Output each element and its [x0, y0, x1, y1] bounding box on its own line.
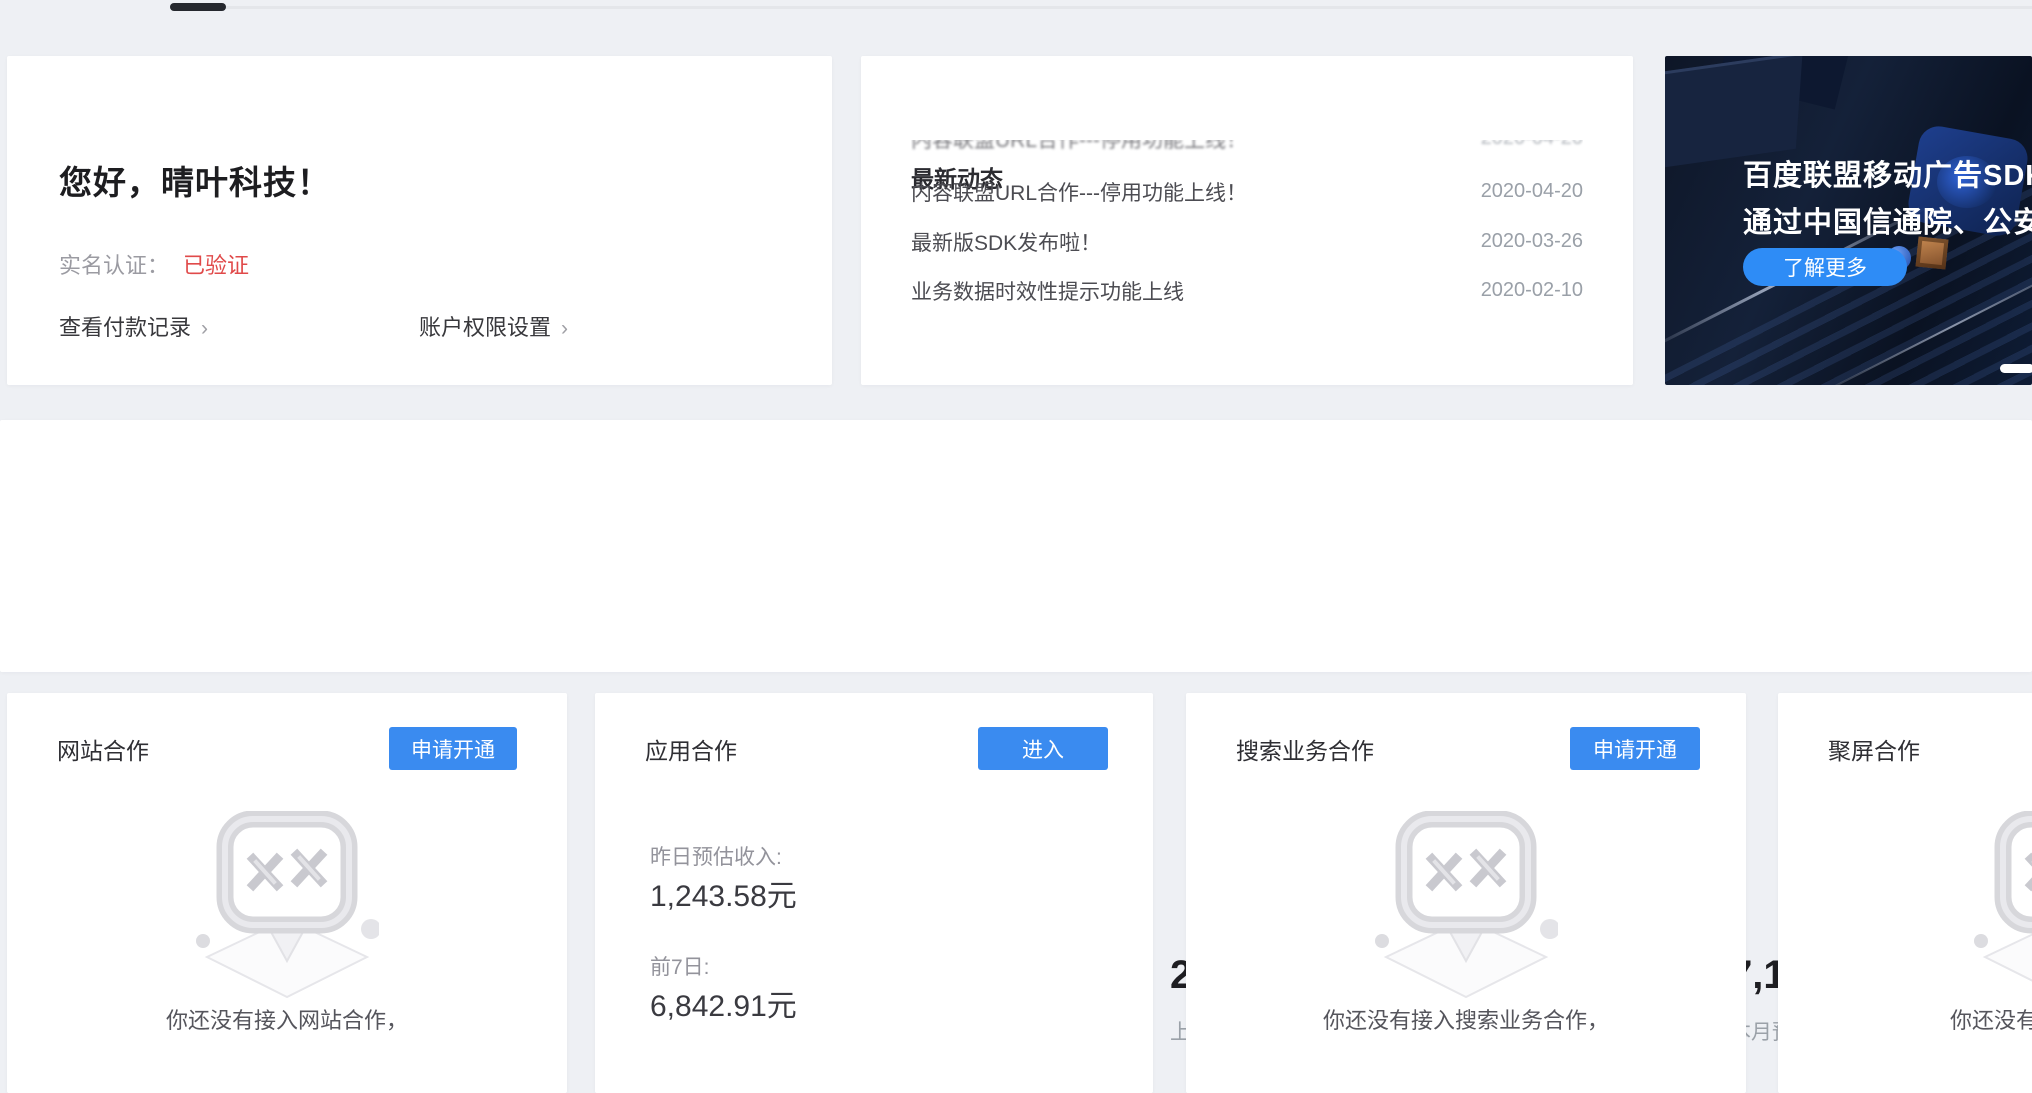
total-stats-card: 合作总数据 1,243.58 ? 昨日预估收入（元） 6,842.91 前七日预…: [0, 420, 2032, 672]
revenue-row-value: 6,842.91元: [650, 981, 797, 1025]
greeting-card: 您好，晴叶科技！ 实名认证： 已验证 查看付款记录› 账户权限设置›: [7, 56, 832, 385]
chevron-right-icon: ›: [561, 317, 568, 340]
app-coop-card: 应用合作 进入 昨日预估收入: 1,243.58元 前7日: 6,842.91元: [595, 693, 1153, 1093]
horizontal-scrollbar-thumb[interactable]: [170, 3, 226, 11]
verification-status-badge: 已验证: [183, 253, 249, 278]
empty-state-tv-icon: [1973, 811, 2032, 1007]
coop-card-title: 应用合作: [645, 732, 737, 766]
empty-state-tv-icon: [195, 811, 379, 1007]
banner-carousel-indicator[interactable]: [2000, 364, 2032, 373]
empty-state-text: 你还没有接入搜索业务合作，: [1186, 1003, 1746, 1035]
realname-verification-row: 实名认证： 已验证: [59, 248, 249, 280]
chevron-right-icon: ›: [201, 317, 208, 340]
coop-card-title: 聚屏合作: [1828, 732, 1920, 766]
revenue-row-label: 前7日:: [650, 951, 710, 981]
website-coop-card: 网站合作 申请开通 你还没有接入网站合作，: [7, 693, 567, 1093]
banner-headline-line1: 百度联盟移动广告SDK: [1743, 152, 2032, 194]
payment-records-link[interactable]: 查看付款记录›: [59, 310, 208, 342]
banner-headline-line2: 通过中国信通院、公安: [1743, 199, 2032, 241]
empty-state-text: 你还没有: [1950, 1003, 2032, 1035]
news-item-link[interactable]: 业务数据时效性提示功能上线: [911, 276, 1184, 306]
verification-label: 实名认证：: [59, 253, 169, 278]
coop-card-title: 网站合作: [57, 732, 149, 766]
news-item: 业务数据时效性提示功能上线 2020-02-10: [911, 266, 1583, 315]
apply-open-button[interactable]: 申请开通: [389, 727, 517, 770]
news-item-date: 2020-02-10: [1481, 279, 1583, 302]
enter-button[interactable]: 进入: [978, 727, 1108, 770]
news-item: 内容联盟URL合作---停用功能上线！ 2020-04-20: [911, 167, 1583, 216]
news-ticker-viewport: 内容联盟URL合作---停用功能上线！ 2020-04-20 内容联盟URL合作…: [911, 140, 1583, 385]
greeting-title: 您好，晴叶科技！: [59, 156, 331, 204]
juping-coop-card: 聚屏合作 你还没有: [1778, 693, 2032, 1093]
banner-learn-more-button[interactable]: 了解更多: [1743, 248, 1907, 286]
news-item-link[interactable]: 内容联盟URL合作---停用功能上线！: [911, 177, 1247, 207]
revenue-row-label: 昨日预估收入:: [650, 841, 782, 871]
ad-banner[interactable]: 百度联盟移动广告SDK 通过中国信通院、公安 了解更多: [1665, 56, 2032, 385]
apply-open-button[interactable]: 申请开通: [1570, 727, 1700, 770]
empty-state-tv-icon: [1374, 811, 1558, 1007]
banner-art-bronze-cube: [1916, 237, 1949, 270]
news-item-date: 2020-03-26: [1481, 230, 1583, 253]
account-permission-link[interactable]: 账户权限设置›: [419, 310, 568, 342]
news-item: 最新版SDK发布啦！ 2020-03-26: [911, 217, 1583, 266]
news-card: 最新动态 内容联盟URL合作---停用功能上线！ 2020-04-20 内容联盟…: [861, 56, 1633, 385]
dashboard-page: { "colors": { "accent_blue": "#3a8bf0", …: [0, 0, 2032, 1030]
empty-state-text: 你还没有接入网站合作，: [7, 1003, 567, 1035]
revenue-row-value: 1,243.58元: [650, 871, 797, 915]
search-coop-card: 搜索业务合作 申请开通 你还没有接入搜索业务合作，: [1186, 693, 1746, 1093]
horizontal-scrollbar-track[interactable]: [170, 6, 2032, 9]
news-item-link[interactable]: 最新版SDK发布啦！: [911, 227, 1101, 257]
coop-card-title: 搜索业务合作: [1236, 732, 1374, 766]
news-item-scrolling-out: 内容联盟URL合作---停用功能上线！ 2020-04-20: [911, 140, 1583, 163]
news-item-date: 2020-04-20: [1481, 180, 1583, 203]
